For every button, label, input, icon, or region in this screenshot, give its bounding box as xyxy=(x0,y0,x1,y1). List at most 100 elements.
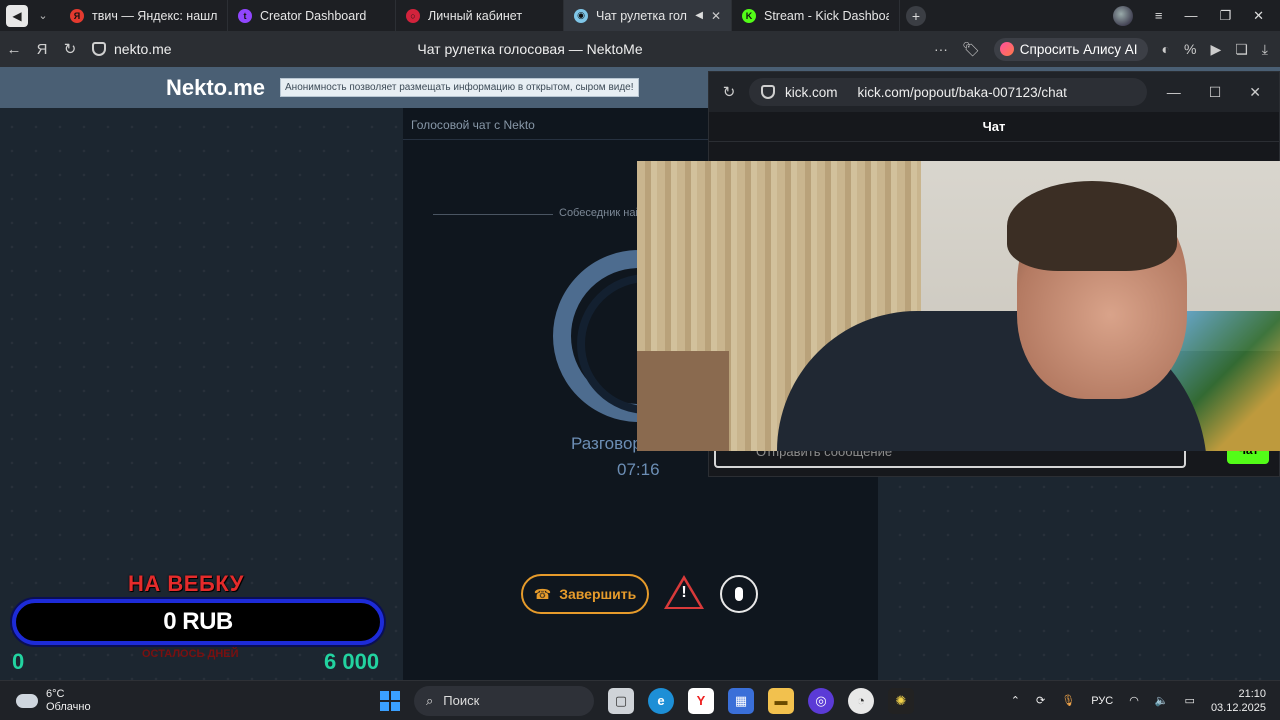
cloud-icon xyxy=(16,693,38,708)
microphone-tray-icon[interactable]: 🎙 xyxy=(1061,694,1075,707)
tab-title: Creator Dashboard xyxy=(260,8,367,23)
end-call-label: Завершить xyxy=(559,586,637,602)
webcam-dresser xyxy=(637,351,729,451)
browser-tab[interactable]: ○ Личный кабинет xyxy=(396,0,564,31)
yandex-icon[interactable]: Я xyxy=(28,41,56,58)
shield-icon xyxy=(761,85,775,99)
popout-address-bar: ↻ kick.com kick.com/popout/baka-007123/c… xyxy=(709,72,1279,112)
collections-icon[interactable]: ❏ xyxy=(1235,41,1248,58)
chevron-down-icon[interactable]: ⌄ xyxy=(32,5,54,27)
conversation-label: Разговор xyxy=(571,434,642,453)
address-bar-actions: ··· 🏷 Спросить Алису AI ◐ % ▶ ❏ ⤓ xyxy=(934,37,1280,61)
clock-date: 03.12.2025 xyxy=(1210,701,1266,714)
webcam-person-hair xyxy=(1007,181,1177,271)
battery-icon[interactable]: ▭ xyxy=(1185,694,1195,707)
windows-start-icon[interactable] xyxy=(380,690,400,711)
tab-favicon-icon: K xyxy=(742,8,756,23)
windows-taskbar: 6°C Облачно ⌕ Поиск ▢ e Y ▦ ▬ ◎ ◔ ✺ ⌃ ⟳ … xyxy=(0,680,1280,720)
weather-condition: Облачно xyxy=(46,700,91,713)
report-icon-mark: ! xyxy=(681,584,687,601)
hangup-icon: ☎ xyxy=(533,585,552,602)
browser-tab-strip: ◀ ⌄ Ятвич — Яндекс: нашлось t Creator Dash… xyxy=(0,0,1280,31)
store-icon[interactable]: ▦ xyxy=(728,687,754,714)
reload-icon[interactable]: ↻ xyxy=(709,83,749,101)
conversation-timer: 07:16 xyxy=(617,460,660,479)
sync-icon[interactable]: ⟳ xyxy=(1036,694,1045,707)
gamepad-icon[interactable]: ◐ xyxy=(1162,41,1170,57)
profile-avatar[interactable] xyxy=(1112,5,1133,26)
taskbar-search[interactable]: ⌕ Поиск xyxy=(414,685,594,716)
yandex-browser-icon[interactable]: Y xyxy=(688,687,714,714)
donation-min: 0 xyxy=(12,649,25,674)
bookmark-icon[interactable]: 🏷 xyxy=(962,41,980,58)
alice-icon xyxy=(999,42,1014,56)
browser-tab[interactable]: K Stream - Kick Dashboard xyxy=(732,0,900,31)
ask-alice-button[interactable]: Спросить Алису AI xyxy=(993,37,1148,61)
new-tab-button[interactable]: + xyxy=(906,5,926,26)
webcam-person xyxy=(767,181,1207,451)
site-logo[interactable]: Nekto.me xyxy=(166,75,265,101)
folder-icon[interactable]: ▬ xyxy=(768,687,794,714)
reload-icon[interactable]: ↻ xyxy=(56,40,84,58)
tab-title: Stream - Kick Dashboard xyxy=(764,8,889,23)
speaker-icon[interactable]: ◀ xyxy=(6,4,28,27)
popout-url: kick.com/popout/baka-007123/chat xyxy=(857,84,1067,100)
address-bar: ← Я ↻ nekto.me Чат рулетка голосовая — N… xyxy=(0,31,1280,67)
more-icon[interactable]: ··· xyxy=(934,41,948,57)
taskbar-clock[interactable]: 21:10 03.12.2025 xyxy=(1211,687,1266,715)
donation-goal-title: НА ВЕБКУ xyxy=(128,571,244,596)
microphone-button[interactable] xyxy=(720,575,758,613)
obs-icon[interactable]: ◎ xyxy=(808,687,834,714)
browser-tab[interactable]: ◉ Чат рулетка голосовая ◀ ✕ xyxy=(564,0,732,31)
tab-close-icon[interactable]: ✕ xyxy=(711,9,721,23)
maximize-icon[interactable]: ☐ xyxy=(1209,84,1222,101)
edge-icon[interactable]: e xyxy=(648,687,674,714)
play-icon[interactable]: ▶ xyxy=(1210,41,1221,58)
chat-title: Чат xyxy=(709,112,1279,142)
app-star-icon[interactable]: ✺ xyxy=(888,687,914,714)
popout-url-field[interactable]: kick.com kick.com/popout/baka-007123/cha… xyxy=(749,78,1147,106)
wifi-icon[interactable]: ◠ xyxy=(1129,694,1139,707)
download-icon[interactable]: ⤓ xyxy=(1262,41,1268,58)
weather-text: 6°C Облачно xyxy=(46,688,91,714)
tab-audio-icon[interactable]: ◀ xyxy=(695,10,703,21)
tab-favicon-icon: t xyxy=(238,8,252,23)
minimize-icon[interactable]: — xyxy=(1184,8,1197,23)
separator-text: Собеседник най xyxy=(559,207,642,219)
restore-icon[interactable]: ❐ xyxy=(1219,8,1231,24)
donation-subtitle: ОСТАЛОСЬ ДНЕЙ xyxy=(142,648,239,660)
tab-title: твич — Яндекс: нашлось xyxy=(92,8,217,23)
tray-chevron-up-icon[interactable]: ⌃ xyxy=(1011,694,1020,707)
webcam-overlay xyxy=(637,161,1280,451)
url-text: nekto.me xyxy=(114,41,172,57)
tab-strip-controls: ◀ ⌄ xyxy=(0,4,60,27)
popout-window-controls: — ☐ ✕ xyxy=(1167,84,1279,101)
browser-tab[interactable]: Ятвич — Яндекс: нашлось xyxy=(60,0,228,31)
donation-amount: 0 RUB xyxy=(163,608,233,635)
discount-icon[interactable]: % xyxy=(1184,41,1196,57)
volume-icon[interactable]: 🔈 xyxy=(1155,694,1169,707)
tab-title: Личный кабинет xyxy=(428,8,523,23)
shield-icon xyxy=(92,42,106,56)
browser-tab[interactable]: t Creator Dashboard xyxy=(228,0,396,31)
search-icon: ⌕ xyxy=(426,692,434,708)
back-icon[interactable]: ← xyxy=(0,41,28,58)
end-call-button[interactable]: ☎ Завершить xyxy=(521,574,649,614)
tab-favicon-icon: ○ xyxy=(406,8,420,23)
weather-widget[interactable]: 6°C Облачно xyxy=(0,688,380,714)
language-indicator[interactable]: РУС xyxy=(1091,695,1113,707)
system-tray: ⌃ ⟳ 🎙 РУС ◠ 🔈 ▭ 21:10 03.12.2025 xyxy=(1011,687,1280,715)
window-controls: ≡ — ❐ ✕ xyxy=(1112,5,1280,26)
close-icon[interactable]: ✕ xyxy=(1249,84,1261,101)
tab-favicon-icon: ◉ xyxy=(574,8,588,23)
url-field[interactable]: nekto.me xyxy=(92,41,172,57)
close-icon[interactable]: ✕ xyxy=(1253,8,1264,24)
clock-app-icon[interactable]: ◔ xyxy=(848,687,874,714)
donation-progress-bar: 0 RUB xyxy=(12,599,384,645)
alice-label: Спросить Алису AI xyxy=(1019,41,1138,57)
menu-icon[interactable]: ≡ xyxy=(1155,8,1163,23)
search-label: Поиск xyxy=(443,693,480,708)
task-view-icon[interactable]: ▢ xyxy=(608,687,634,714)
minimize-icon[interactable]: — xyxy=(1167,84,1181,101)
microphone-icon xyxy=(735,587,743,601)
